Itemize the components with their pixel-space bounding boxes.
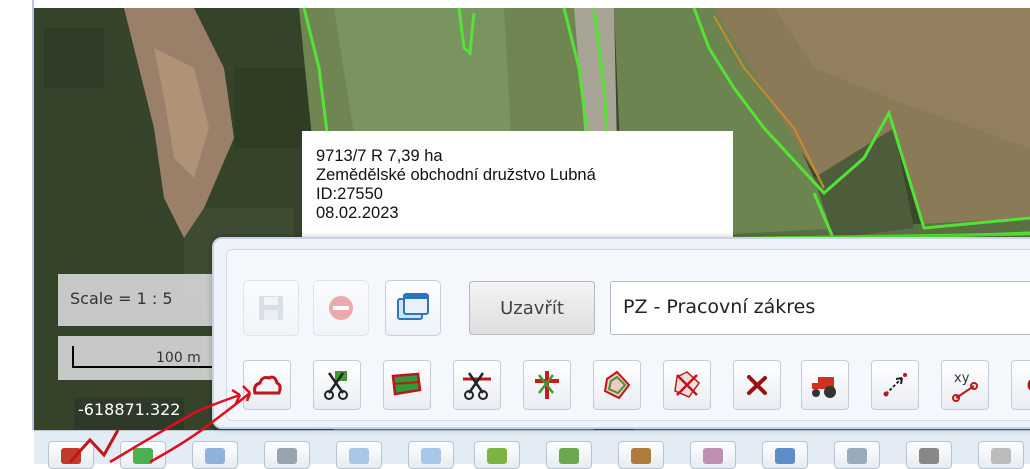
scissors-cut-button[interactable] — [313, 360, 361, 410]
chart-icon[interactable] — [48, 441, 94, 469]
note-icon[interactable] — [834, 441, 880, 469]
scale-bar-label: 100 m — [156, 350, 201, 366]
gear-icon[interactable] — [906, 441, 952, 469]
red-x-icon — [747, 375, 767, 395]
more-tool-icon — [1027, 379, 1030, 391]
puzzle-icon[interactable] — [546, 441, 592, 469]
zoom-icon[interactable] — [264, 441, 310, 469]
arrow-point-button[interactable] — [871, 360, 919, 410]
polygon-outline-icon — [603, 370, 631, 400]
save-button[interactable] — [243, 280, 299, 336]
tooltip-owner: Zemědělské obchodní družstvo Lubná — [316, 166, 596, 184]
scissors-cross-icon — [674, 371, 700, 398]
scale-bar: 100 m — [58, 336, 228, 380]
delete-icon — [329, 296, 353, 320]
window-icon[interactable] — [192, 441, 238, 469]
zoom-out-icon[interactable] — [408, 441, 454, 469]
delete-button[interactable] — [313, 280, 369, 336]
scissors-line-button[interactable] — [453, 360, 501, 410]
image-icon[interactable] — [690, 441, 736, 469]
doc-icon[interactable] — [978, 441, 1024, 469]
scissors-cross-button[interactable] — [663, 360, 711, 410]
tooltip-id: ID:27550 — [316, 185, 383, 203]
xy-button[interactable]: xy — [941, 360, 989, 410]
arrow-point-icon — [883, 373, 907, 397]
parcel-tooltip: 9713/7 R 7,39 ha Zemědělské obchodní dru… — [302, 131, 733, 241]
more-tool-button[interactable] — [1011, 360, 1030, 410]
edit-panel: Uzavřít PZ - Pracovní zákres xy — [212, 237, 1030, 429]
scissors-cut-icon — [324, 371, 348, 400]
red-x-button[interactable] — [733, 360, 781, 410]
scissors-line-icon — [463, 372, 491, 400]
tractor-icon — [812, 377, 836, 398]
zoom-in-icon[interactable] — [336, 441, 382, 469]
xy-icon: xy — [952, 371, 978, 402]
windows-button[interactable] — [385, 280, 441, 336]
layer-select[interactable]: PZ - Pracovní zákres — [610, 281, 1030, 335]
cut-polygon-icon — [391, 372, 422, 396]
pencil-icon[interactable] — [618, 441, 664, 469]
print-icon[interactable] — [762, 441, 808, 469]
polygon-outline-button[interactable] — [593, 360, 641, 410]
bottom-toolbar — [34, 430, 1030, 469]
tooltip-parcel-code: 9713/7 R 7,39 ha — [316, 147, 443, 165]
layers-icon[interactable] — [474, 441, 520, 469]
left-margin — [0, 0, 34, 463]
tractor-button[interactable] — [801, 360, 849, 410]
scissors-red-button[interactable] — [523, 360, 571, 410]
close-button[interactable]: Uzavřít — [469, 281, 595, 335]
windows-icon — [397, 293, 429, 320]
edit-panel-inner: Uzavřít PZ - Pracovní zákres xy — [226, 249, 1030, 421]
arrow-icon[interactable] — [120, 441, 166, 469]
scale-ratio: Scale = 1 : 5 — [58, 274, 228, 326]
tooltip-date: 08.02.2023 — [316, 204, 399, 222]
xy-label: xy — [954, 371, 970, 386]
save-icon — [259, 296, 283, 320]
scale-ratio-text: Scale = 1 : 5 — [70, 289, 173, 308]
red-cloud-draw-icon — [253, 375, 282, 395]
scissors-red-icon — [535, 371, 559, 399]
cut-polygon-button[interactable] — [383, 360, 431, 410]
coordinate-readout: -618871.322 — [74, 398, 185, 430]
red-cloud-draw-button[interactable] — [243, 360, 291, 410]
